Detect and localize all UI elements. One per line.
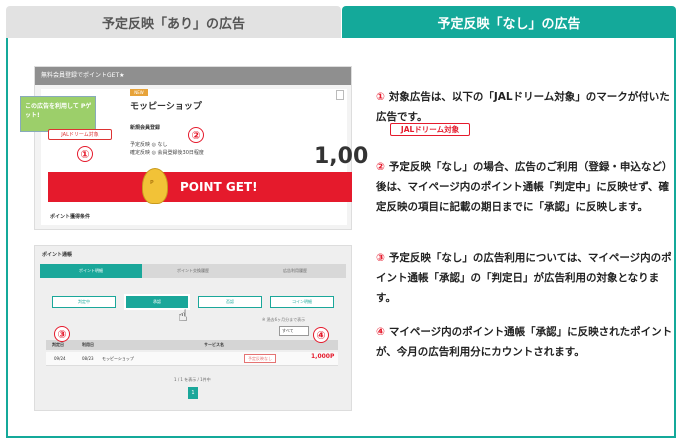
note-2-number: ② bbox=[376, 161, 385, 173]
tab-bar: 予定反映「あり」の広告 予定反映「なし」の広告 bbox=[6, 6, 676, 38]
row-judge-date: 09/24 bbox=[54, 356, 66, 361]
note-2: ② 予定反映「なし」の場合、広告のご利用（登録・申込など）後は、マイページ内のポイ… bbox=[376, 157, 676, 217]
point-get-banner[interactable]: POINT GET! bbox=[48, 172, 352, 202]
passbook-tabs: ポイント明細 ポイント交換履歴 広告利用履歴 bbox=[40, 264, 346, 278]
note-4-text: マイページ内のポイント通帳「承認」に反映されたポイントが、今月の広告利用分にカウ… bbox=[376, 326, 673, 358]
note-3-text: 予定反映「なし」の広告利用については、マイページ内のポイント通帳「承認」の「判定… bbox=[376, 252, 672, 304]
jal-dream-badge-small: JALドリーム対象 bbox=[48, 129, 112, 140]
pager-text: 1 / 1 を表示 / 1件中 bbox=[174, 377, 211, 382]
note-4-number: ④ bbox=[376, 326, 385, 338]
screenshot-topbar: 無料会員登録でポイントGET★ bbox=[35, 67, 351, 85]
header-service: サービス名 bbox=[204, 342, 224, 347]
mascot-icon bbox=[142, 168, 168, 204]
header-use-date: 利用日 bbox=[82, 342, 94, 347]
info-icon bbox=[336, 90, 344, 100]
point-amount: 1,00 bbox=[314, 144, 369, 169]
tab-without-provisional[interactable]: 予定反映「なし」の広告 bbox=[342, 6, 676, 38]
marker-1: ① bbox=[77, 146, 93, 162]
filter-rejected-button[interactable]: 否認 bbox=[198, 296, 262, 308]
passbook-tab-exchange[interactable]: ポイント交換履歴 bbox=[142, 264, 244, 278]
tab-with-provisional[interactable]: 予定反映「あり」の広告 bbox=[6, 6, 341, 38]
note-2-text: 予定反映「なし」の場合、広告のご利用（登録・申込など）後は、マイページ内のポイン… bbox=[376, 161, 673, 213]
row-use-date: 08/23 bbox=[82, 356, 94, 361]
pointer-hand-icon: ☝ bbox=[178, 306, 188, 325]
note-4: ④ マイページ内のポイント通帳「承認」に反映されたポイントが、今月の広告利用分にカ… bbox=[376, 322, 676, 362]
jal-dream-badge: JALドリーム対象 bbox=[390, 123, 470, 136]
row-points: 1,000P bbox=[311, 353, 335, 360]
filter-note: ※ 過去6ヶ月分まで表示 bbox=[262, 317, 306, 322]
mascot-label: P bbox=[150, 180, 154, 186]
note-1: ① 対象広告は、以下の「JALドリーム対象」のマークが付いた広告です。 bbox=[376, 87, 676, 127]
marker-3: ③ bbox=[54, 326, 70, 342]
marker-2: ② bbox=[188, 127, 204, 143]
confirmed-reflection-line: 確定反映 ◎ 会員登録後30日程度 bbox=[130, 150, 204, 156]
header-judge-date: 判定日 bbox=[52, 342, 64, 347]
passbook-title: ポイント通帳 bbox=[42, 252, 73, 258]
registration-title: 新規会員登録 bbox=[130, 125, 161, 131]
row-status-badge: 予定反映なし bbox=[244, 354, 276, 363]
marker-4: ④ bbox=[313, 327, 329, 343]
pager-page-1[interactable]: 1 bbox=[188, 387, 198, 399]
ad-thumbnail-text: この広告を利用して Pゲット! bbox=[25, 103, 92, 119]
category-select[interactable]: すべて bbox=[279, 326, 309, 336]
ad-thumbnail: この広告を利用して Pゲット! bbox=[20, 96, 96, 132]
note-3-number: ③ bbox=[376, 252, 385, 264]
passbook-tab-ad-history[interactable]: 広告利用履歴 bbox=[244, 264, 346, 278]
row-service: モッピーショップ bbox=[102, 356, 134, 361]
provisional-reflection-line: 予定反映 ◎ なし bbox=[130, 142, 168, 148]
conditions-heading: ポイント獲得条件 bbox=[50, 214, 91, 220]
note-1-text: 対象広告は、以下の「JALドリーム対象」のマークが付いた広告です。 bbox=[376, 91, 670, 123]
filter-coin-button[interactable]: コイン明細 bbox=[270, 296, 334, 308]
note-3: ③ 予定反映「なし」の広告利用については、マイページ内のポイント通帳「承認」の「判… bbox=[376, 248, 676, 308]
new-label: NEW bbox=[130, 89, 148, 96]
filter-pending-button[interactable]: 判定中 bbox=[52, 296, 116, 308]
passbook-tab-details[interactable]: ポイント明細 bbox=[40, 264, 142, 278]
point-get-text: POINT GET! bbox=[180, 180, 258, 194]
shop-name: モッピーショップ bbox=[130, 102, 202, 112]
note-1-number: ① bbox=[376, 91, 385, 103]
